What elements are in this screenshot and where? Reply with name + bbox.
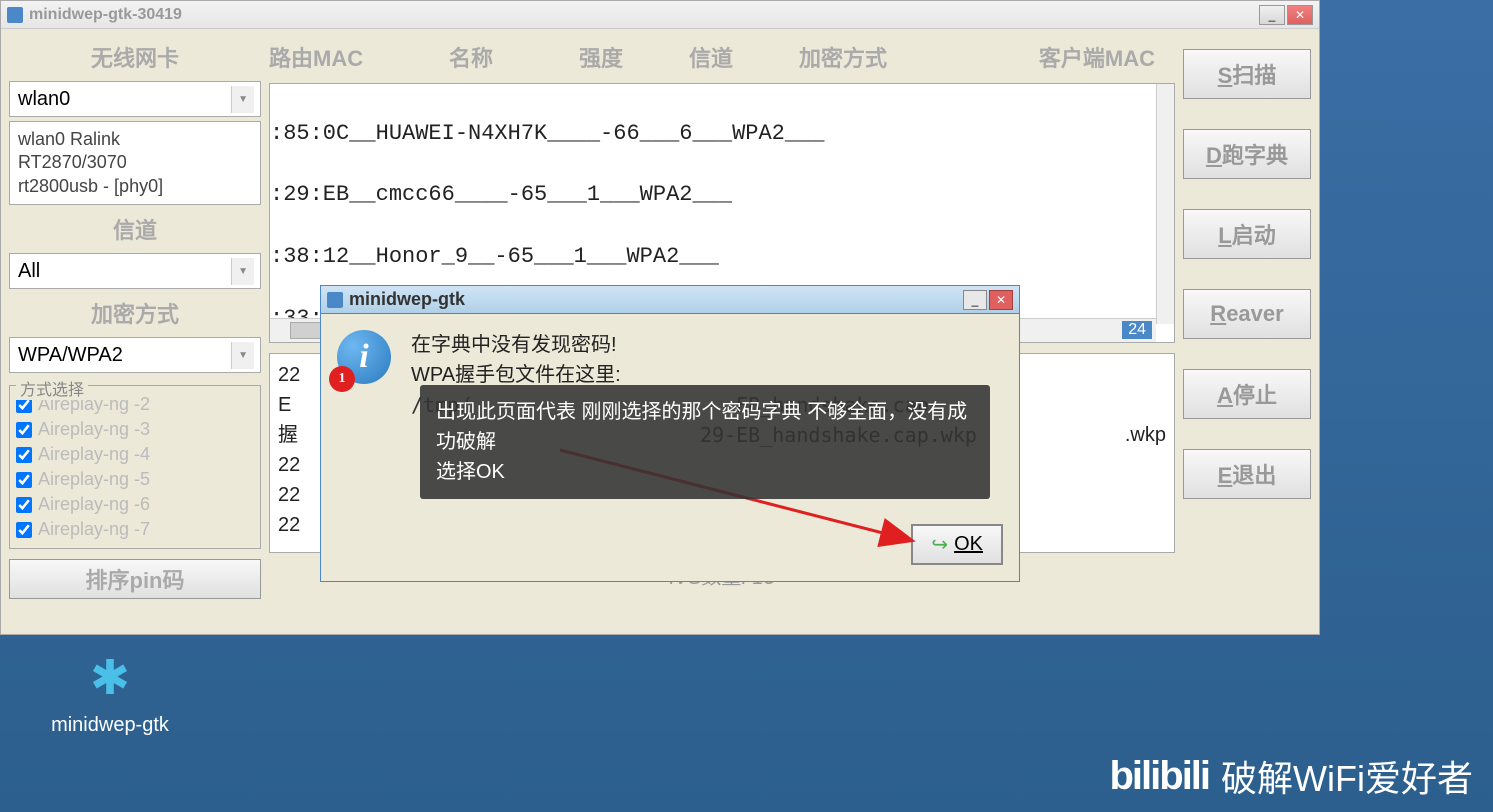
aireplay-check-1[interactable] [16,422,32,438]
info-icon: i 1 [337,330,391,384]
encryption-combo[interactable]: WPA/WPA2 [9,337,261,373]
aireplay-row-3[interactable]: Aireplay-ng -5 [16,467,254,492]
wlan-combo[interactable]: wlan0 [9,81,261,117]
aireplay-check-4[interactable] [16,497,32,513]
channel-combo[interactable]: All [9,253,261,289]
reaver-button[interactable]: Reaver [1183,289,1311,339]
list-scrollbar-v[interactable] [1156,84,1174,324]
wlan-combo-value: wlan0 [18,88,70,111]
scan-button[interactable]: SS扫描扫描 [1183,49,1311,99]
ok-label: OK [954,533,983,556]
dialog-minimize[interactable]: _ [963,290,987,310]
adapter-info: wlan0 Ralink RT2870/3070 rt2800usb - [ph… [9,121,261,205]
launch-button[interactable]: L启动 [1183,209,1311,259]
encryption-label: 加密方式 [9,293,261,333]
ok-check-icon: ↪ [931,532,948,557]
watermark: bilibili 破解WiFi爱好者 [1109,750,1473,802]
right-panel: SS扫描扫描 D跑字典 L启动 Reaver A停止 E退出 [1183,37,1311,626]
tooltip-line2: 选择OK [436,457,974,487]
method-fieldset: 方式选择 Aireplay-ng -2 Aireplay-ng -3 Airep… [9,385,261,549]
desktop-shortcut[interactable]: ✱ minidwep-gtk [30,650,190,737]
wireless-label: 无线网卡 [9,37,261,77]
aireplay-label-4: Aireplay-ng -6 [38,494,150,515]
list-item[interactable]: :85:0C__HUAWEI-N4XH7K____-66___6___WPA2_… [270,119,1174,150]
close-button[interactable]: ✕ [1287,5,1313,25]
tooltip-line1: 出现此页面代表 刚刚选择的那个密码字典 不够全面，没有成功破解 [436,397,974,457]
log-tail: .wkp [1125,420,1166,450]
dialog-titlebar[interactable]: minidwep-gtk _ ✕ [321,286,1019,314]
annotation-badge: 1 [329,366,355,392]
header-mac: 路由MAC [269,41,419,73]
aireplay-label-1: Aireplay-ng -3 [38,419,150,440]
header-channel: 信道 [689,41,769,73]
bilibili-logo: bilibili [1109,754,1209,799]
aireplay-label-2: Aireplay-ng -4 [38,444,150,465]
aireplay-row-1[interactable]: Aireplay-ng -3 [16,417,254,442]
dialog-line1: 在字典中没有发现密码! [411,330,977,360]
left-panel: 无线网卡 wlan0 wlan0 Ralink RT2870/3070 rt28… [9,37,261,626]
aireplay-check-3[interactable] [16,472,32,488]
header-power: 强度 [579,41,659,73]
aireplay-label-3: Aireplay-ng -5 [38,469,150,490]
list-item[interactable]: :29:EB__cmcc66____-65___1___WPA2___ [270,180,1174,211]
list-count-badge: 24 [1122,321,1152,339]
sort-pin-button[interactable]: 排序pin码 [9,559,261,599]
stop-button[interactable]: A停止 [1183,369,1311,419]
titlebar[interactable]: minidwep-gtk-30419 _ ✕ [1,1,1319,29]
channel-combo-value: All [18,260,40,283]
header-name: 名称 [449,41,549,73]
ok-button[interactable]: ↪ OK [911,524,1003,565]
dialog-close[interactable]: ✕ [989,290,1013,310]
window-title: minidwep-gtk-30419 [29,6,182,24]
channel-label: 信道 [9,209,261,249]
app-icon [7,7,23,23]
watermark-text: 破解WiFi爱好者 [1221,750,1473,802]
dialog-title: minidwep-gtk [349,289,465,310]
header-enc: 加密方式 [799,41,919,73]
dict-button[interactable]: D跑字典 [1183,129,1311,179]
method-legend: 方式选择 [16,376,88,400]
annotation-tooltip: 出现此页面代表 刚刚选择的那个密码字典 不够全面，没有成功破解 选择OK [420,385,990,499]
list-item[interactable]: :38:12__Honor_9__-65___1___WPA2___ [270,242,1174,273]
aireplay-row-4[interactable]: Aireplay-ng -6 [16,492,254,517]
aireplay-check-5[interactable] [16,522,32,538]
splash-icon: ✱ [30,650,190,710]
aireplay-check-2[interactable] [16,447,32,463]
minimize-button[interactable]: _ [1259,5,1285,25]
aireplay-row-5[interactable]: Aireplay-ng -7 [16,517,254,542]
header-client: 客户端MAC [1039,41,1155,73]
list-headers: 路由MAC 名称 强度 信道 加密方式 客户端MAC [269,37,1175,83]
exit-button[interactable]: E退出 [1183,449,1311,499]
encryption-combo-value: WPA/WPA2 [18,344,123,367]
desktop-label: minidwep-gtk [30,714,190,737]
aireplay-row-2[interactable]: Aireplay-ng -4 [16,442,254,467]
aireplay-label-5: Aireplay-ng -7 [38,519,150,540]
dialog-icon [327,292,343,308]
